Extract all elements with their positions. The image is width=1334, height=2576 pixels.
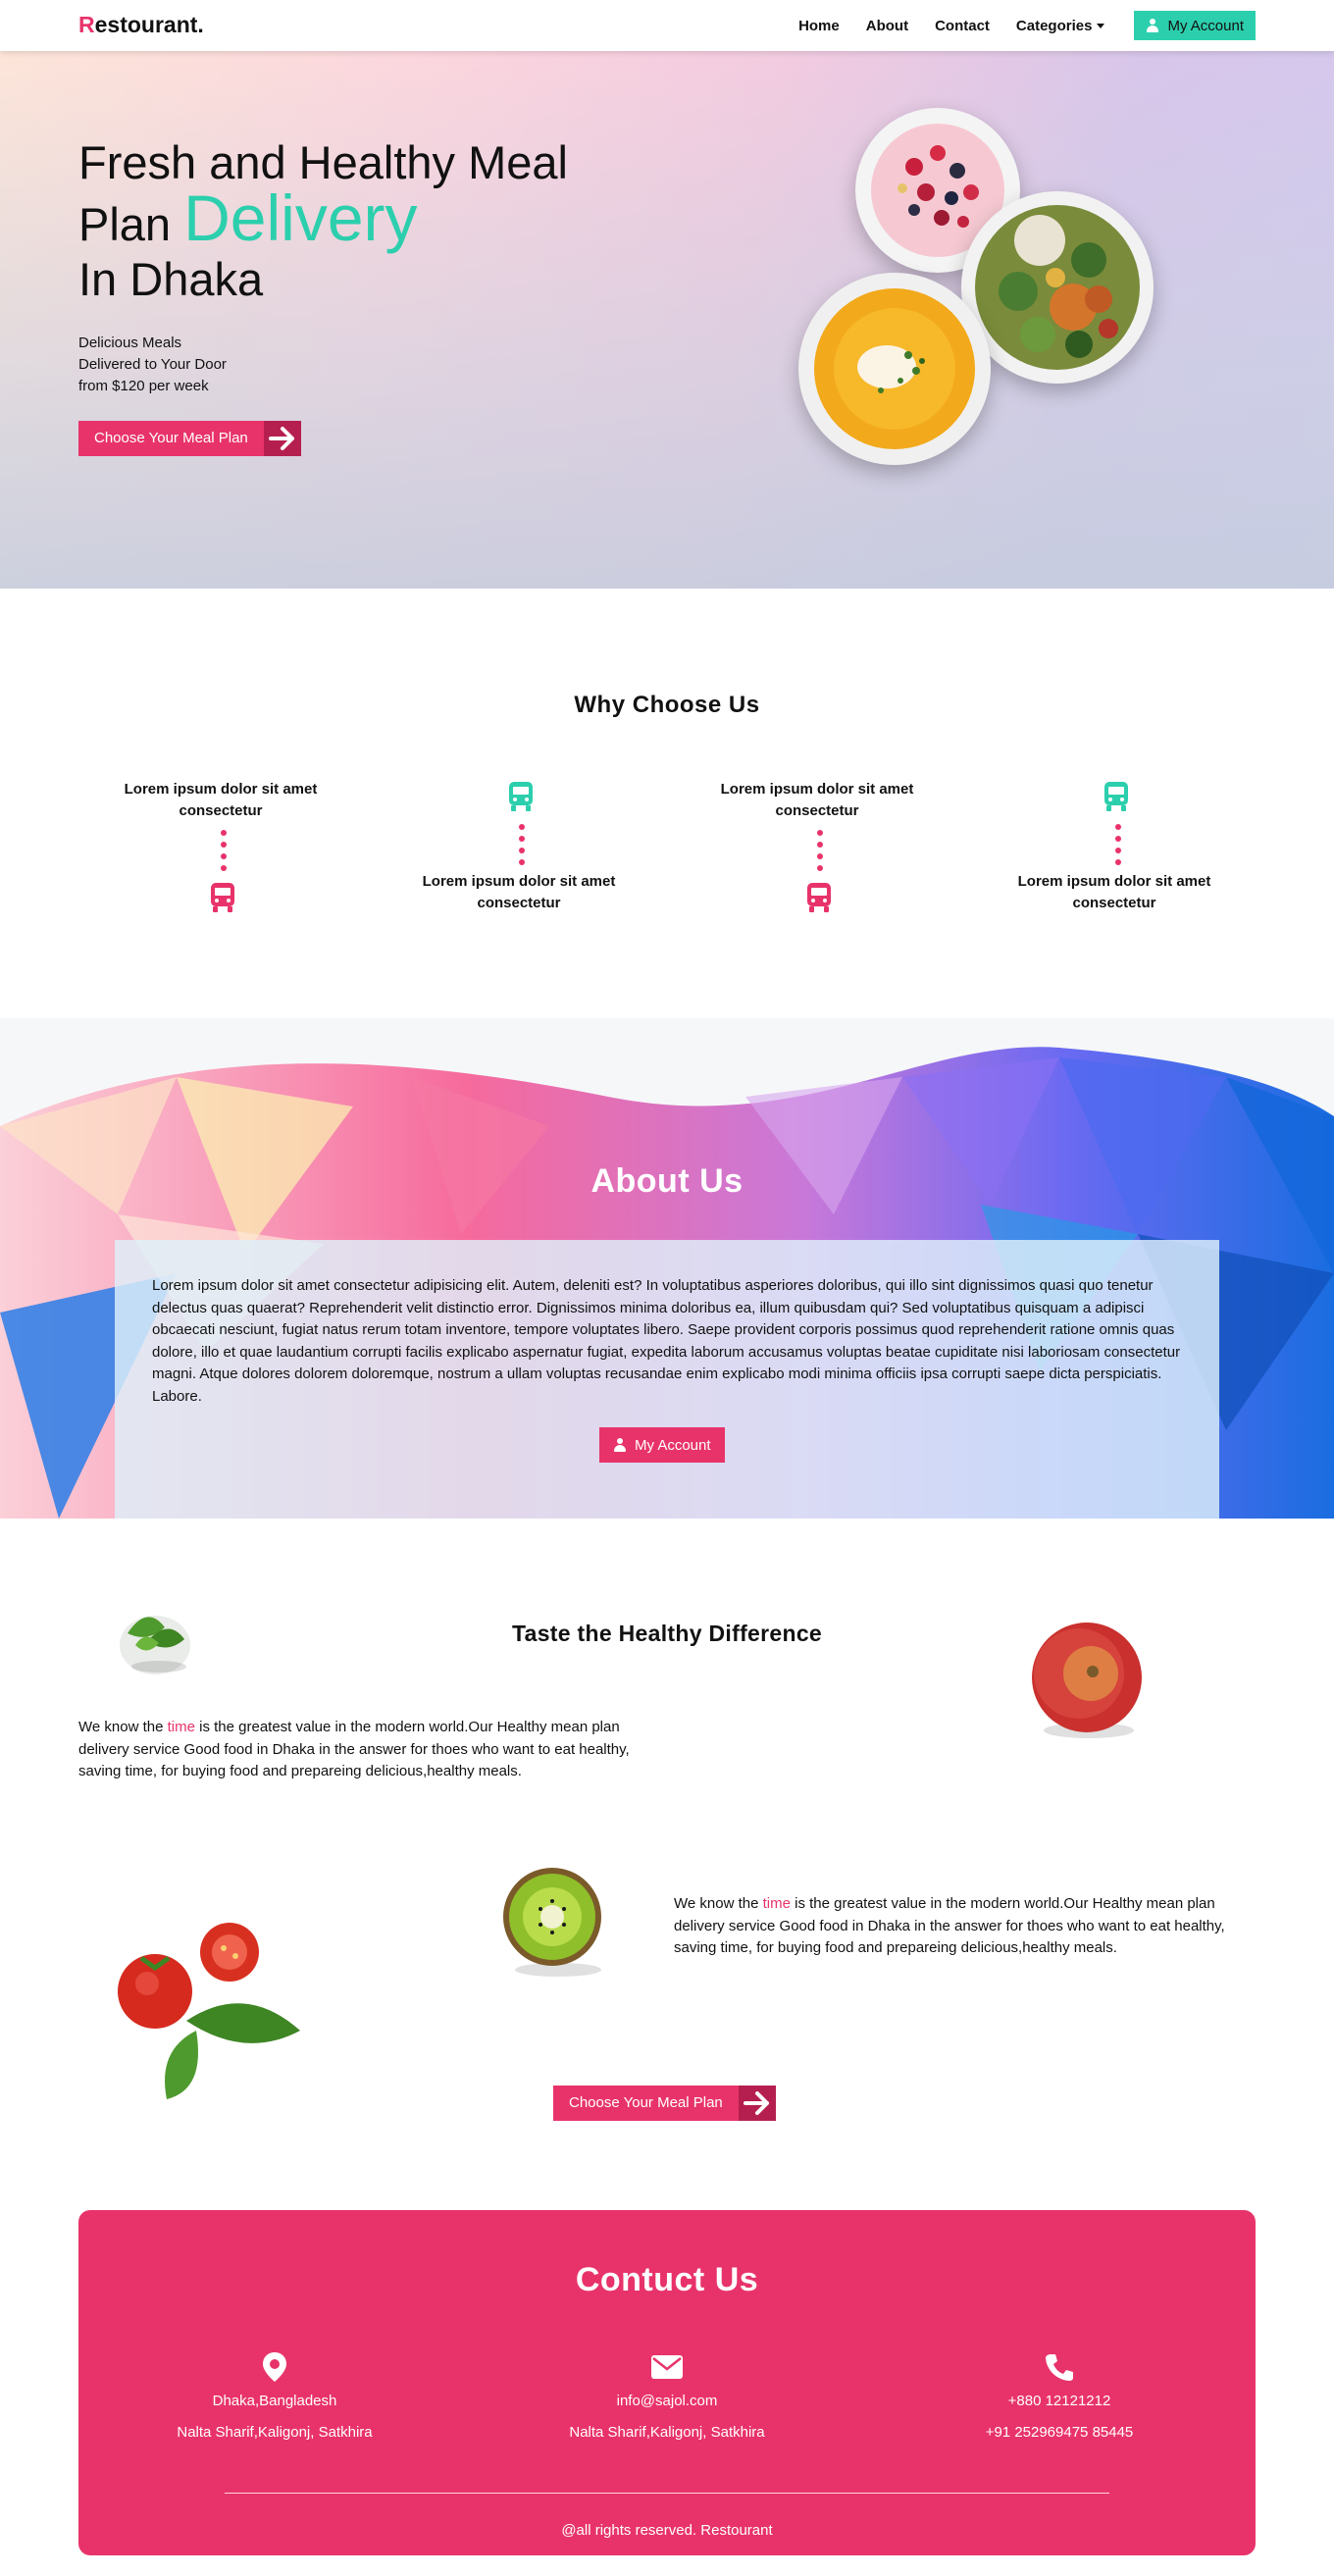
contact-phone-1[interactable]: +880 12121212 — [883, 2393, 1236, 2409]
contact-location-line1: Dhaka,Bangladesh — [212, 2393, 337, 2409]
apple-image — [1032, 1623, 1142, 1738]
taste-paragraph-2: We know the time is the greatest value i… — [674, 1893, 1262, 1960]
navbar: Restourant. Home About Contact Categorie… — [0, 0, 1334, 51]
my-account-button[interactable]: My Account — [1134, 11, 1256, 40]
choose-meal-plan-button-2[interactable]: Choose Your Meal Plan — [553, 2086, 781, 2121]
dotted-connector — [519, 824, 525, 871]
contact-title: Contuct Us — [575, 2261, 759, 2298]
about-us-title: About Us — [590, 1162, 744, 1200]
bus-icon — [211, 883, 234, 912]
nav-contact[interactable]: Contact — [935, 18, 990, 34]
contact-email: info@sajol.com Nalta Sharif,Kaligonj, Sa… — [490, 2351, 844, 2441]
envelope-icon — [490, 2351, 844, 2383]
curry-soup-bowl-image — [798, 273, 991, 465]
about-card: Lorem ipsum dolor sit amet consectetur a… — [115, 1240, 1219, 1519]
feature-label-1: Lorem ipsum dolor sit amet consectetur — [124, 781, 318, 819]
taste-text-before: We know the — [78, 1719, 168, 1735]
feature-label-3: Lorem ipsum dolor sit amet consectetur — [720, 781, 914, 819]
nav-links: Home About Contact Categories My Account — [772, 11, 1256, 40]
arrow-right-icon — [263, 421, 301, 456]
hero-sub-line3: from $120 per week — [78, 378, 209, 394]
bus-icon — [807, 883, 831, 912]
dotted-connector — [817, 830, 823, 877]
choose-meal-plan-button[interactable]: Choose Your Meal Plan — [78, 421, 306, 456]
my-account-label: My Account — [1167, 17, 1244, 34]
about-my-account-button[interactable]: My Account — [599, 1427, 725, 1463]
feature-label-2: Lorem ipsum dolor sit amet consectetur — [422, 873, 616, 911]
hero-subtitle: Delicious Meals Delivered to Your Door f… — [78, 333, 568, 397]
hero-title-accent: Delivery — [183, 181, 418, 254]
nav-home[interactable]: Home — [798, 18, 840, 34]
about-button-label: My Account — [635, 1436, 711, 1454]
copyright-text: @all rights reserved. Restourant — [561, 2522, 773, 2539]
cta-label: Choose Your Meal Plan — [553, 2086, 739, 2121]
why-choose-us-title: Why Choose Us — [574, 692, 760, 718]
hero-text: Fresh and Healthy Meal Plan Delivery In … — [78, 135, 568, 456]
nav-categories-dropdown[interactable]: Categories — [1016, 18, 1105, 34]
contact-location: Dhaka,Bangladesh Nalta Sharif,Kaligonj, … — [98, 2351, 451, 2441]
tomatoes-basil-image — [118, 1923, 300, 2099]
hero-title-line3: In Dhaka — [78, 253, 264, 305]
contact-location-line2: Nalta Sharif,Kaligonj, Satkhira — [177, 2424, 373, 2441]
contact-email-line2: Nalta Sharif,Kaligonj, Satkhira — [569, 2424, 765, 2441]
bus-icon — [1104, 782, 1128, 811]
taste-paragraph-1: We know the time is the greatest value i… — [78, 1717, 667, 1783]
contact-section: Contuct Us Dhaka,Bangladesh Nalta Sharif… — [78, 2210, 1256, 2555]
cta-label: Choose Your Meal Plan — [78, 421, 264, 456]
nav-about[interactable]: About — [866, 18, 908, 34]
caret-down-icon — [1097, 24, 1105, 29]
location-pin-icon — [98, 2351, 451, 2383]
contact-phone: +880 12121212 +91 252969475 85445 — [883, 2351, 1236, 2441]
logo-initial: R — [78, 12, 95, 37]
dotted-connector — [221, 830, 227, 877]
contact-phone-2[interactable]: +91 252969475 85445 — [883, 2424, 1236, 2441]
hero-sub-line2: Delivered to Your Door — [78, 356, 227, 373]
contact-email-address[interactable]: info@sajol.com — [490, 2393, 844, 2409]
taste-text-before: We know the — [674, 1895, 763, 1912]
arrow-right-icon — [738, 2086, 776, 2121]
divider — [225, 2493, 1109, 2494]
logo[interactable]: Restourant. — [78, 12, 204, 38]
user-icon — [613, 1438, 627, 1452]
user-icon — [1146, 19, 1159, 32]
logo-text: estourant. — [94, 12, 204, 37]
hero-title: Fresh and Healthy Meal Plan Delivery In … — [78, 135, 568, 307]
hero-sub-line1: Delicious Meals — [78, 335, 182, 351]
bus-icon — [509, 782, 533, 811]
feature-label-4: Lorem ipsum dolor sit amet consectetur — [1017, 873, 1211, 911]
phone-icon — [883, 2351, 1236, 2383]
nav-categories-label: Categories — [1015, 17, 1093, 34]
taste-highlight: time — [167, 1719, 195, 1735]
about-paragraph: Lorem ipsum dolor sit amet consectetur a… — [152, 1277, 1181, 1405]
taste-highlight: time — [762, 1895, 791, 1912]
hero-title-line2: Plan — [78, 198, 184, 250]
kiwi-image — [503, 1868, 601, 1977]
dotted-connector — [1115, 824, 1121, 871]
